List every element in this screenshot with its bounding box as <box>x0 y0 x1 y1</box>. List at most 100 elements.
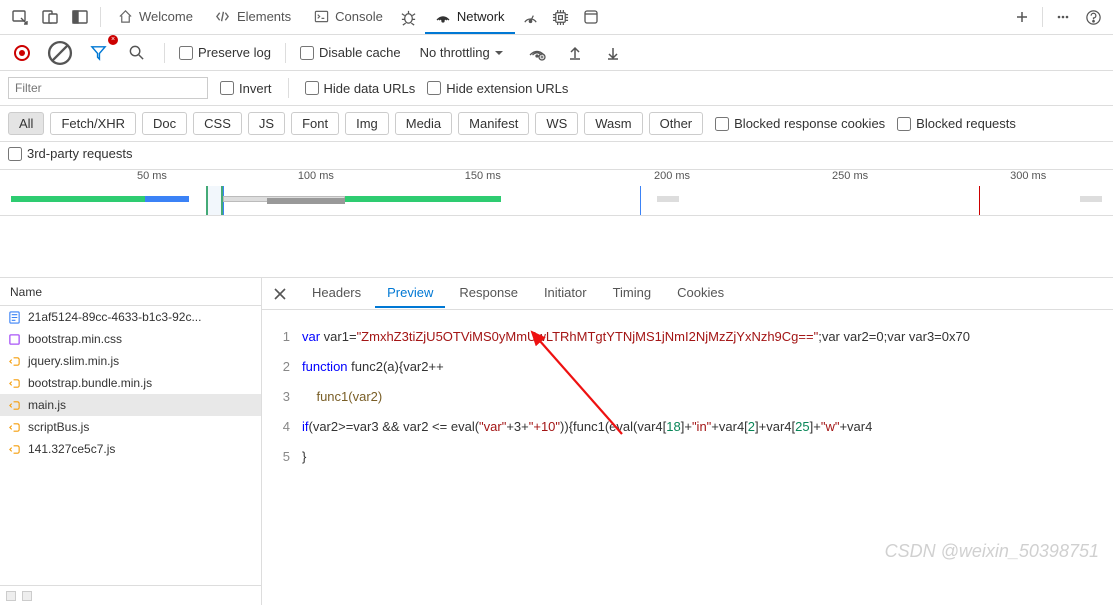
pill-other[interactable]: Other <box>649 112 704 135</box>
separator <box>285 43 286 63</box>
third-party-checkbox[interactable]: 3rd-party requests <box>8 146 1105 161</box>
request-name: main.js <box>28 398 66 412</box>
dtab-timing[interactable]: Timing <box>601 279 664 308</box>
tab-console[interactable]: Console <box>303 0 393 34</box>
pill-manifest[interactable]: Manifest <box>458 112 529 135</box>
filter-toggle-button[interactable]: × <box>84 39 112 67</box>
pill-fetchxhr[interactable]: Fetch/XHR <box>50 112 136 135</box>
tab-label: Welcome <box>139 9 193 24</box>
tab-network[interactable]: Network <box>425 0 515 34</box>
tl-tick: 100 ms <box>298 170 334 182</box>
console-icon <box>313 8 329 24</box>
footer-swatch <box>22 591 32 601</box>
import-har-icon[interactable] <box>599 39 627 67</box>
label: Blocked requests <box>916 116 1016 131</box>
inspect-element-icon[interactable] <box>6 3 34 31</box>
pill-img[interactable]: Img <box>345 112 389 135</box>
blocked-cookies-checkbox[interactable]: Blocked response cookies <box>715 116 885 131</box>
invert-checkbox[interactable]: Invert <box>220 81 272 96</box>
label: Blocked response cookies <box>734 116 885 131</box>
pill-ws[interactable]: WS <box>535 112 578 135</box>
tl-tick: 200 ms <box>654 170 690 182</box>
close-detail-button[interactable] <box>268 282 292 306</box>
dock-side-icon[interactable] <box>66 3 94 31</box>
line-number: 3 <box>262 389 302 404</box>
label: Disable cache <box>319 45 401 60</box>
disable-cache-checkbox[interactable]: Disable cache <box>300 45 401 60</box>
add-tab-icon[interactable] <box>1008 3 1036 31</box>
dtab-initiator[interactable]: Initiator <box>532 279 599 308</box>
application-icon[interactable] <box>577 3 605 31</box>
request-row[interactable]: 21af5124-89cc-4633-b1c3-92c... <box>0 306 261 328</box>
request-row[interactable]: main.js <box>0 394 261 416</box>
separator <box>100 7 101 27</box>
js-file-icon <box>8 399 22 412</box>
dtab-preview[interactable]: Preview <box>375 279 445 308</box>
js-file-icon <box>8 377 22 390</box>
request-name: 141.327ce5c7.js <box>28 442 115 456</box>
pill-doc[interactable]: Doc <box>142 112 187 135</box>
request-row[interactable]: jquery.slim.min.js <box>0 350 261 372</box>
performance-icon[interactable] <box>517 3 545 31</box>
tl-tick: 250 ms <box>832 170 868 182</box>
label: Hide extension URLs <box>446 81 568 96</box>
clear-button[interactable] <box>46 39 74 67</box>
search-icon[interactable] <box>122 39 150 67</box>
network-icon <box>435 8 451 24</box>
label: Preserve log <box>198 45 271 60</box>
more-icon[interactable] <box>1049 3 1077 31</box>
separator <box>164 43 165 63</box>
export-har-icon[interactable] <box>561 39 589 67</box>
pill-media[interactable]: Media <box>395 112 452 135</box>
home-icon <box>117 8 133 24</box>
debugger-icon[interactable] <box>395 3 423 31</box>
dtab-headers[interactable]: Headers <box>300 279 373 308</box>
record-button[interactable] <box>8 39 36 67</box>
network-toolbar: × Preserve log Disable cache No throttli… <box>0 35 1113 71</box>
pill-font[interactable]: Font <box>291 112 339 135</box>
request-name: jquery.slim.min.js <box>28 354 119 368</box>
separator <box>1042 7 1043 27</box>
tab-welcome[interactable]: Welcome <box>107 0 203 34</box>
dtab-response[interactable]: Response <box>447 279 530 308</box>
pill-wasm[interactable]: Wasm <box>584 112 642 135</box>
help-icon[interactable] <box>1079 3 1107 31</box>
devtools-tabbar: Welcome Elements Console Network <box>0 0 1113 35</box>
css-file-icon <box>8 333 22 346</box>
dtab-cookies[interactable]: Cookies <box>665 279 736 308</box>
request-detail-panel: Headers Preview Response Initiator Timin… <box>262 278 1113 605</box>
device-toolbar-icon[interactable] <box>36 3 64 31</box>
line-number: 2 <box>262 359 302 374</box>
memory-icon[interactable] <box>547 3 575 31</box>
filter-input[interactable] <box>8 77 208 99</box>
preserve-log-checkbox[interactable]: Preserve log <box>179 45 271 60</box>
pill-js[interactable]: JS <box>248 112 285 135</box>
request-row[interactable]: scriptBus.js <box>0 416 261 438</box>
chevron-down-icon <box>494 48 504 58</box>
request-list-header[interactable]: Name <box>0 278 261 306</box>
label: Invert <box>239 81 272 96</box>
tl-tick: 50 ms <box>137 170 167 182</box>
request-name: bootstrap.bundle.min.js <box>28 376 152 390</box>
resource-type-pills: All Fetch/XHR Doc CSS JS Font Img Media … <box>8 112 703 135</box>
timeline-overview[interactable]: 50 ms 100 ms 150 ms 200 ms 250 ms 300 ms <box>0 170 1113 216</box>
pill-all[interactable]: All <box>8 112 44 135</box>
request-row[interactable]: bootstrap.min.css <box>0 328 261 350</box>
hide-data-urls-checkbox[interactable]: Hide data URLs <box>305 81 416 96</box>
filter-row-3: 3rd-party requests <box>0 142 1113 170</box>
preview-code[interactable]: 1var var1="ZmxhZ3tiZjU5OTViMS0yMmUwLTRhM… <box>262 310 1113 605</box>
tl-tick: 300 ms <box>1010 170 1046 182</box>
throttling-dropdown[interactable]: No throttling <box>411 41 513 65</box>
elements-icon <box>215 8 231 24</box>
pill-css[interactable]: CSS <box>193 112 242 135</box>
request-row[interactable]: 141.327ce5c7.js <box>0 438 261 460</box>
blocked-requests-checkbox[interactable]: Blocked requests <box>897 116 1016 131</box>
request-row[interactable]: bootstrap.bundle.min.js <box>0 372 261 394</box>
hide-extension-urls-checkbox[interactable]: Hide extension URLs <box>427 81 568 96</box>
doc-file-icon <box>8 311 22 324</box>
label: Hide data URLs <box>324 81 416 96</box>
tab-elements[interactable]: Elements <box>205 0 301 34</box>
request-list: 21af5124-89cc-4633-b1c3-92c...bootstrap.… <box>0 306 261 585</box>
separator <box>288 78 289 98</box>
network-conditions-icon[interactable] <box>523 39 551 67</box>
